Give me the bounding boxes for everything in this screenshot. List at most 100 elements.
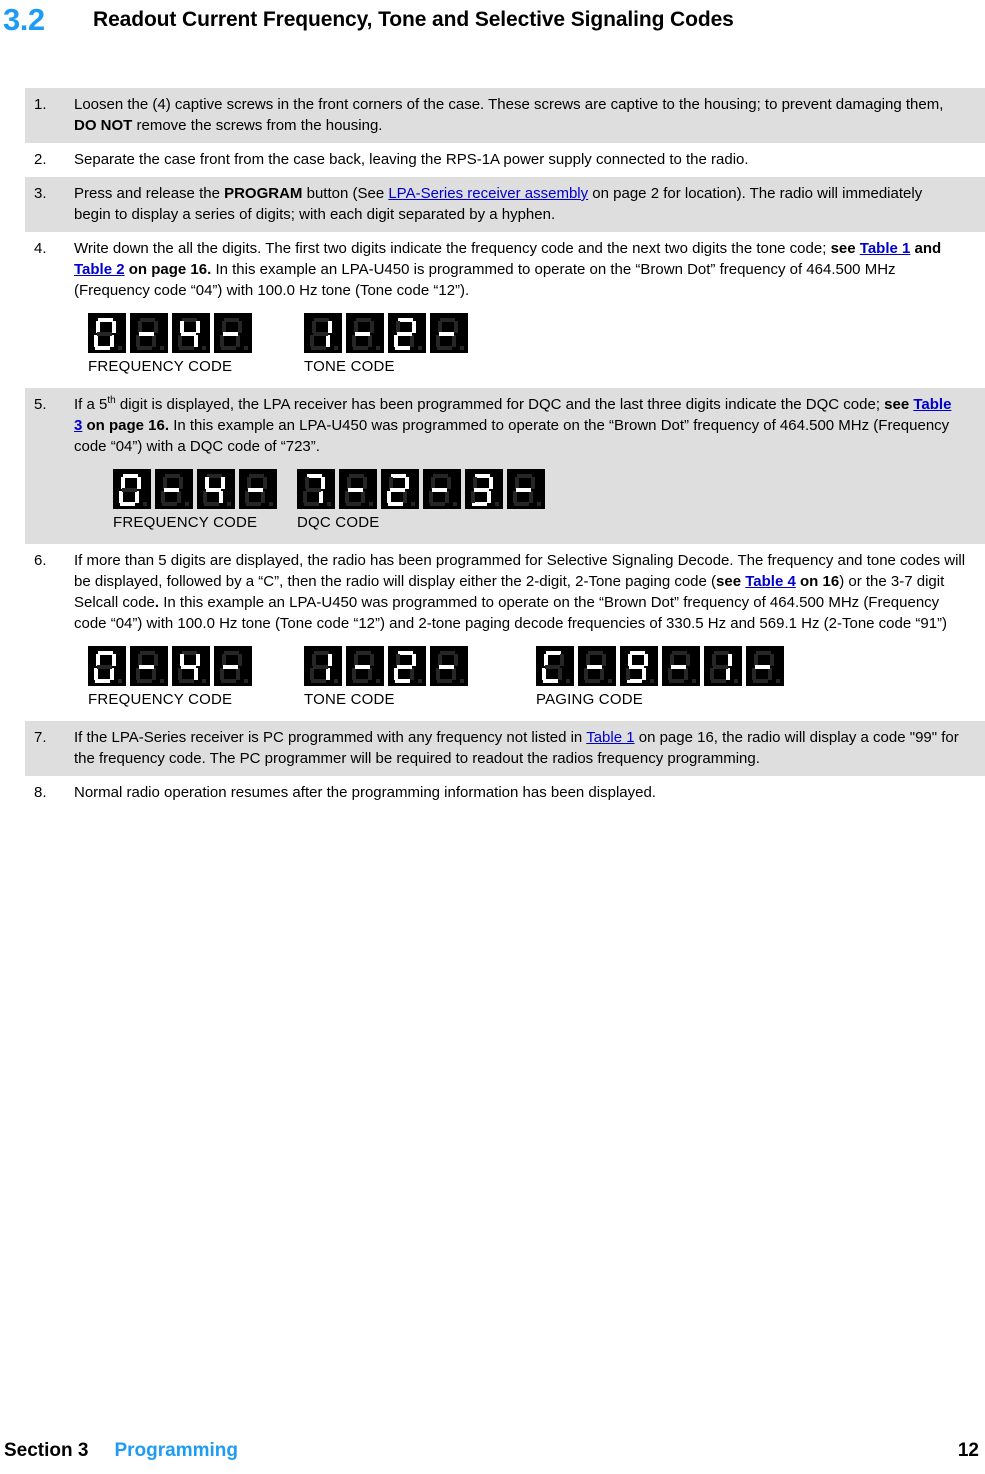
segment-e <box>94 668 98 680</box>
segment-e <box>220 668 224 680</box>
segment-e <box>471 491 475 503</box>
lcd-digit-0 <box>88 313 126 353</box>
segment-g <box>587 665 602 669</box>
step-row: 6. If more than 5 digits are displayed, t… <box>0 550 977 634</box>
lcd-digit-dash <box>746 646 784 686</box>
decimal-point <box>227 502 231 506</box>
decimal-point <box>143 502 147 506</box>
lcd-digit-9 <box>620 646 658 686</box>
page-footer: Section 3 Programming 12 <box>0 1434 985 1468</box>
segment-e <box>245 491 249 503</box>
segment-a <box>314 318 329 322</box>
segment-e <box>626 668 630 680</box>
segment-g <box>313 665 328 669</box>
emphasis-text: DO NOT <box>74 117 133 134</box>
segment-e <box>94 335 98 347</box>
decimal-point <box>269 502 273 506</box>
instruction-step: 5. If a 5th digit is displayed, the LPA r… <box>25 388 985 544</box>
footer-page-number: 12 <box>957 1440 979 1461</box>
segment-a <box>756 651 771 655</box>
segment-a <box>249 474 264 478</box>
segment-b <box>137 477 141 489</box>
segment-e <box>584 668 588 680</box>
lcd-digit-dash <box>430 313 468 353</box>
lcd-display <box>304 646 468 686</box>
decimal-point <box>776 679 780 683</box>
segment-e <box>178 335 182 347</box>
segment-g <box>755 665 770 669</box>
segment-g <box>139 332 154 336</box>
decimal-point <box>411 502 415 506</box>
segment-a <box>224 318 239 322</box>
segment-c <box>361 491 365 503</box>
lcd-digit-dash <box>578 646 616 686</box>
segment-a <box>349 474 364 478</box>
cross-reference-link[interactable]: Table 1 <box>860 240 911 257</box>
segment-c <box>368 335 372 347</box>
segment-a <box>475 474 490 478</box>
segment-g <box>139 665 154 669</box>
segment-a <box>98 651 113 655</box>
segment-e <box>136 335 140 347</box>
segment-g <box>397 332 412 336</box>
cross-reference-link[interactable]: LPA-Series receiver assembly <box>388 185 588 202</box>
decimal-point <box>650 679 654 683</box>
decimal-point <box>202 679 206 683</box>
segment-e <box>436 335 440 347</box>
lcd-caption: TONE CODE <box>304 358 395 375</box>
segment-c <box>558 668 562 680</box>
lcd-digit-c <box>536 646 574 686</box>
cross-reference-link[interactable]: Table 1 <box>586 729 634 746</box>
segment-c <box>326 335 330 347</box>
decimal-point <box>334 346 338 350</box>
segment-c <box>452 668 456 680</box>
decimal-point <box>734 679 738 683</box>
segment-a <box>630 651 645 655</box>
step-body: If the LPA-Series receiver is PC program… <box>74 727 977 769</box>
decimal-point <box>418 679 422 683</box>
segment-a <box>672 651 687 655</box>
cross-reference-link[interactable]: Table 2 <box>74 261 125 278</box>
step-body: If more than 5 digits are displayed, the… <box>74 550 977 634</box>
decimal-point <box>160 346 164 350</box>
segment-g <box>355 665 370 669</box>
segment-e <box>436 668 440 680</box>
decimal-point <box>118 679 122 683</box>
step-text-run: button (See <box>302 185 389 202</box>
instruction-step: 7. If the LPA-Series receiver is PC progr… <box>25 721 985 776</box>
segment-b <box>196 654 200 666</box>
segment-g <box>713 665 728 669</box>
segment-c <box>219 491 223 503</box>
segment-e <box>310 668 314 680</box>
decimal-point <box>244 346 248 350</box>
segment-a <box>182 318 197 322</box>
segment-a <box>517 474 532 478</box>
segment-a <box>588 651 603 655</box>
segment-a <box>307 474 322 478</box>
step-text-run: Press and release the <box>74 185 225 202</box>
step-number: 7. <box>34 729 47 746</box>
lcd-digit-2 <box>381 469 419 509</box>
lcd-digit-4 <box>172 646 210 686</box>
segment-b <box>221 477 225 489</box>
segment-b <box>447 477 451 489</box>
step-text-run: In this example an LPA-U450 was programm… <box>74 594 948 632</box>
segment-g <box>355 332 370 336</box>
decimal-point <box>608 679 612 683</box>
segment-b <box>370 321 374 333</box>
lcd-digit-dash <box>130 646 168 686</box>
step-body: If a 5th digit is displayed, the LPA rec… <box>74 394 977 457</box>
segment-g <box>348 488 363 492</box>
step-text-run: Loosen the (4) captive screws in the fro… <box>74 96 944 113</box>
readout-frequency-tone: FREQUENCY CODE TONE CODE <box>0 301 977 381</box>
segment-c <box>768 668 772 680</box>
cross-reference-link[interactable]: Table 4 <box>745 573 796 590</box>
lcd-digit-4 <box>197 469 235 509</box>
lcd-group: PAGING CODE <box>536 646 784 710</box>
lcd-caption: TONE CODE <box>304 691 395 708</box>
segment-e <box>136 668 140 680</box>
segment-a <box>391 474 406 478</box>
emphasis-text: see <box>884 396 914 413</box>
segment-c <box>726 668 730 680</box>
lcd-group: DQC CODE <box>297 469 545 533</box>
